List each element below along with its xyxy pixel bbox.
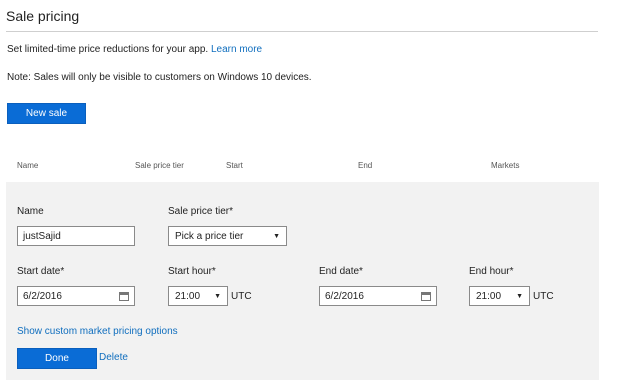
start-date-value: 6/2/2016 <box>23 290 62 302</box>
end-hour-value: 21:00 <box>476 290 502 302</box>
column-header-name: Name <box>17 161 39 170</box>
end-timezone-label: UTC <box>533 291 554 302</box>
name-label: Name <box>17 206 44 217</box>
delete-link[interactable]: Delete <box>99 352 128 363</box>
title-divider <box>6 31 598 32</box>
chevron-down-icon: ▼ <box>214 292 221 300</box>
end-hour-label: End hour* <box>469 266 514 277</box>
page-title: Sale pricing <box>6 8 80 24</box>
start-hour-select[interactable]: 21:00 ▼ <box>168 286 228 306</box>
learn-more-link[interactable]: Learn more <box>211 44 262 55</box>
sale-price-tier-select[interactable]: Pick a price tier ▼ <box>168 226 287 246</box>
column-header-start: Start <box>226 161 243 170</box>
custom-market-pricing-link[interactable]: Show custom market pricing options <box>17 326 178 337</box>
start-timezone-label: UTC <box>231 291 252 302</box>
windows-note: Note: Sales will only be visible to cust… <box>7 72 312 83</box>
start-date-input[interactable]: 6/2/2016 <box>17 286 135 306</box>
end-date-label: End date* <box>319 266 363 277</box>
end-date-value: 6/2/2016 <box>325 290 364 302</box>
end-date-input[interactable]: 6/2/2016 <box>319 286 437 306</box>
calendar-icon[interactable] <box>421 291 431 301</box>
start-hour-label: Start hour* <box>168 266 216 277</box>
column-header-sale-price-tier: Sale price tier <box>135 161 184 170</box>
chevron-down-icon: ▼ <box>273 232 280 240</box>
name-input[interactable]: justSajid <box>17 226 135 246</box>
chevron-down-icon: ▼ <box>516 292 523 300</box>
start-hour-value: 21:00 <box>175 290 201 302</box>
calendar-icon[interactable] <box>119 291 129 301</box>
column-header-markets: Markets <box>491 161 520 170</box>
sale-price-tier-label: Sale price tier* <box>168 206 234 217</box>
column-header-end: End <box>358 161 373 170</box>
page-description: Set limited-time price reductions for yo… <box>7 44 262 55</box>
start-date-label: Start date* <box>17 266 65 277</box>
sale-price-tier-value: Pick a price tier <box>175 230 244 242</box>
new-sale-button[interactable]: New sale <box>7 103 86 124</box>
done-button[interactable]: Done <box>17 348 97 369</box>
end-hour-select[interactable]: 21:00 ▼ <box>469 286 530 306</box>
description-text: Set limited-time price reductions for yo… <box>7 44 209 55</box>
